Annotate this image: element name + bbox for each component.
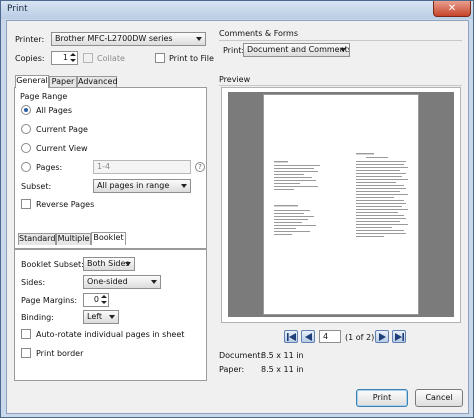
paper-size-value: 8.5 x 11 in	[261, 365, 304, 374]
printer-select-value: Brother MFC-L2700DW series	[55, 34, 173, 43]
section-divider	[219, 85, 462, 86]
document-size-label: Document:	[219, 351, 264, 360]
section-divider	[219, 40, 462, 41]
chevron-down-icon	[109, 315, 115, 319]
close-button[interactable]: ✕	[433, 1, 471, 17]
page-number-input[interactable]: 4	[319, 330, 341, 343]
booklet-subset-select[interactable]: Both Sides	[83, 257, 135, 271]
chevron-down-icon	[196, 37, 202, 41]
booklet-subset-value: Both Sides	[87, 259, 130, 268]
preview-header: Preview	[219, 75, 251, 84]
page-margins-value: 0	[93, 295, 99, 304]
last-page-button[interactable]	[392, 330, 406, 343]
print-to-file-label: Print to File	[169, 54, 214, 63]
pages-range-value: 1-4	[97, 162, 111, 171]
binding-select[interactable]: Left	[83, 310, 119, 324]
copies-value: 1	[62, 53, 68, 62]
radio-all-pages-label: All Pages	[36, 106, 72, 115]
previous-page-button[interactable]	[301, 330, 315, 343]
booklet-subset-label: Booklet Subset:	[21, 260, 84, 269]
radio-pages[interactable]	[21, 162, 31, 172]
previous-page-icon	[305, 333, 312, 341]
autorotate-checkbox[interactable]	[21, 329, 31, 339]
pages-range-input[interactable]: 1-4	[93, 160, 191, 174]
comments-print-label: Print:	[223, 46, 245, 55]
chevron-down-icon	[151, 280, 157, 284]
chevron-down-icon	[181, 184, 187, 188]
first-page-icon	[287, 333, 296, 341]
comments-forms-header: Comments & Forms	[219, 29, 299, 38]
help-icon[interactable]: ?	[195, 162, 205, 172]
subset-value: All pages in range	[97, 181, 170, 190]
tab-general[interactable]: General	[15, 75, 49, 88]
print-border-label: Print border	[36, 349, 84, 358]
radio-pages-label: Pages:	[36, 163, 63, 172]
first-page-button[interactable]	[284, 330, 298, 343]
collate-checkbox[interactable]	[83, 53, 93, 63]
copies-stepper[interactable]: 1	[51, 51, 78, 65]
autorotate-label: Auto-rotate individual pages in sheet	[36, 330, 185, 339]
spin-arrows-icon[interactable]	[101, 295, 107, 305]
radio-current-view-label: Current View	[36, 144, 88, 153]
reverse-pages-label: Reverse Pages	[36, 200, 95, 209]
binding-label: Binding:	[21, 313, 54, 322]
print-border-checkbox[interactable]	[21, 348, 31, 358]
preview-background	[228, 92, 454, 317]
window-title: Print	[7, 4, 28, 14]
comments-print-value: Document and Comments	[247, 45, 350, 54]
print-button[interactable]: Print	[356, 389, 408, 407]
tab-booklet[interactable]: Booklet	[91, 232, 126, 245]
page-margins-stepper[interactable]: 0	[83, 293, 109, 307]
dialog-client: Printer: Brother MFC-L2700DW series Copi…	[6, 20, 469, 414]
printer-select[interactable]: Brother MFC-L2700DW series	[51, 32, 206, 46]
reverse-pages-checkbox[interactable]	[21, 199, 31, 209]
radio-current-page[interactable]	[21, 124, 31, 134]
comments-print-select[interactable]: Document and Comments	[243, 43, 350, 57]
subset-select[interactable]: All pages in range	[93, 179, 191, 193]
preview-page	[263, 94, 419, 315]
general-tab-panel: Page Range All Pages Current Page Curren…	[14, 87, 207, 249]
radio-all-pages[interactable]	[21, 105, 31, 115]
cancel-button[interactable]: Cancel	[415, 389, 463, 407]
booklet-panel: Booklet Subset: Both Sides Sides: One-si…	[14, 249, 207, 381]
print-to-file-checkbox[interactable]	[155, 53, 165, 63]
tab-multiple[interactable]: Multiple	[56, 233, 91, 245]
page-content-thumbnail	[274, 153, 408, 237]
document-size-value: 8.5 x 11 in	[261, 351, 304, 360]
page-range-header: Page Range	[20, 92, 68, 101]
close-icon: ✕	[447, 3, 457, 14]
radio-current-page-label: Current Page	[36, 125, 88, 134]
sides-select[interactable]: One-sided	[83, 275, 161, 289]
printer-label: Printer:	[15, 35, 45, 44]
sides-label: Sides:	[21, 278, 46, 287]
next-page-icon	[379, 333, 386, 341]
chevron-down-icon	[125, 262, 131, 266]
page-number-value: 4	[323, 332, 329, 341]
page-count-label: (1 of 2)	[345, 333, 375, 342]
collate-label: Collate	[97, 54, 125, 63]
preview-area	[221, 87, 461, 323]
subset-label: Subset:	[21, 182, 52, 191]
tab-standard[interactable]: Standard	[18, 233, 56, 245]
next-page-button[interactable]	[375, 330, 389, 343]
last-page-icon	[395, 333, 404, 341]
binding-value: Left	[87, 312, 103, 321]
title-bar: Print ✕	[1, 1, 473, 19]
copies-label: Copies:	[15, 54, 45, 63]
radio-current-view[interactable]	[21, 143, 31, 153]
chevron-down-icon	[340, 48, 346, 52]
spin-arrows-icon[interactable]	[70, 53, 76, 63]
print-dialog: Print ✕ Printer: Brother MFC-L2700DW ser…	[0, 0, 474, 418]
paper-size-label: Paper:	[219, 365, 245, 374]
page-margins-label: Page Margins:	[21, 296, 78, 305]
sides-value: One-sided	[87, 277, 128, 286]
